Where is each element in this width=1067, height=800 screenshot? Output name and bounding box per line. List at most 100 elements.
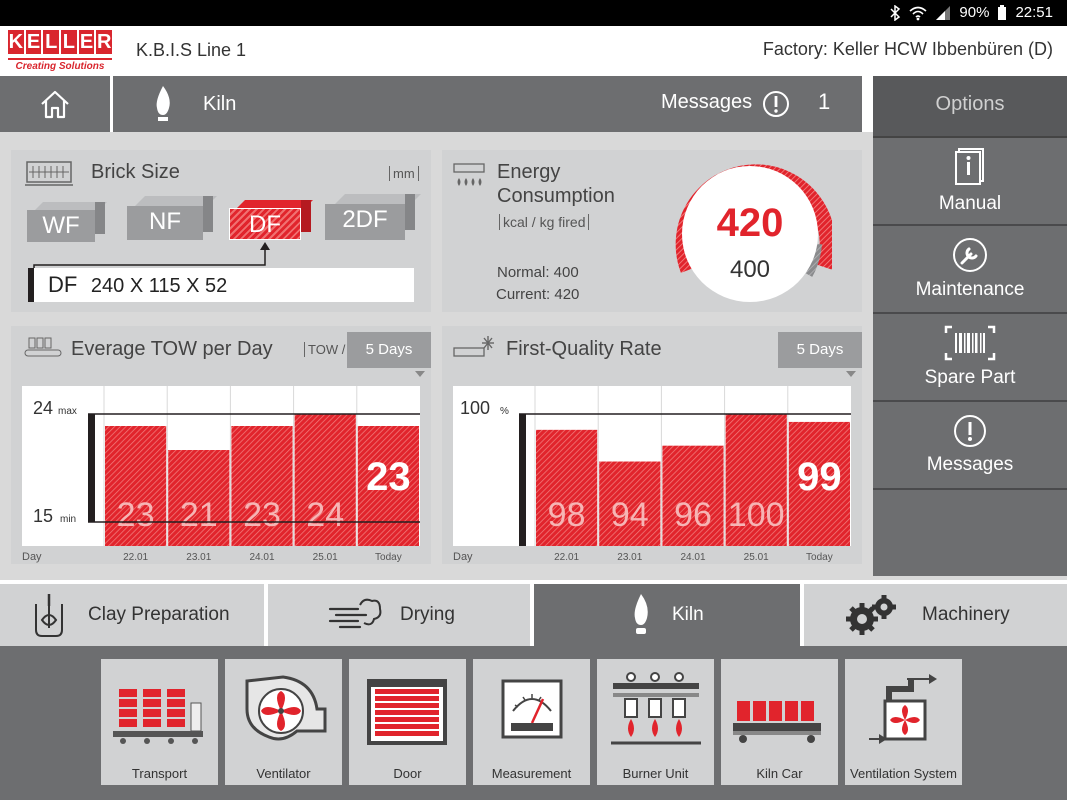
alert-icon[interactable] bbox=[762, 90, 790, 118]
chart-data-label: 99 bbox=[797, 455, 842, 499]
app-header: KELLER Creating Solutions K.B.I.S Line 1… bbox=[0, 26, 1067, 76]
chart-data-label: 100 bbox=[728, 496, 785, 534]
chart-tick-label: 23.01 bbox=[617, 552, 642, 563]
chart-x-axis-label: Day bbox=[453, 551, 473, 563]
energy-normal-value: 400 bbox=[730, 256, 770, 283]
chart-tick-label: Today bbox=[806, 552, 833, 563]
tile-transport[interactable]: Transport bbox=[101, 659, 218, 785]
chart-data-label: 98 bbox=[548, 496, 586, 534]
messages-link[interactable]: Messages bbox=[661, 91, 752, 114]
tile-door[interactable]: Door bbox=[349, 659, 466, 785]
tow-max-suffix: max bbox=[58, 406, 77, 417]
alert-icon bbox=[954, 415, 986, 447]
status-bar: 90% 22:51 bbox=[0, 0, 1067, 26]
tow-max-label: 24 bbox=[33, 398, 53, 418]
chart-tick-label: 24.01 bbox=[680, 552, 705, 563]
wifi-icon bbox=[909, 6, 927, 20]
tile-ventilation-system[interactable]: Ventilation System bbox=[845, 659, 962, 785]
nav-bar: Kiln Messages 1 bbox=[0, 76, 862, 132]
chart-x-axis-label: Day bbox=[22, 551, 42, 563]
tab-machinery[interactable]: Machinery bbox=[804, 584, 1067, 646]
options-title: Options bbox=[873, 76, 1067, 138]
tab-label: Clay Preparation bbox=[88, 604, 230, 625]
tow-panel: Everage TOW per Day TOW / 5 Days 23 22.01… bbox=[11, 326, 431, 564]
flame-icon bbox=[156, 86, 170, 121]
burner-icon bbox=[611, 672, 701, 745]
tile-ventilator[interactable]: Ventilator bbox=[225, 659, 342, 785]
sidebar-item-manual[interactable]: Manual bbox=[873, 138, 1067, 226]
tow-min-label: 15 bbox=[33, 506, 53, 526]
chart-tick-label: 25.01 bbox=[313, 552, 338, 563]
options-sidebar: Options Manual Maintenance Spare Part Me… bbox=[873, 76, 1067, 576]
tile-label: Measurement bbox=[491, 766, 572, 781]
chart-data-label: 23 bbox=[117, 496, 155, 534]
keller-logo: KELLER Creating Solutions bbox=[8, 30, 113, 74]
chart-data-label: 94 bbox=[611, 496, 649, 534]
barcode-icon bbox=[944, 325, 996, 361]
tile-label: Door bbox=[393, 766, 422, 781]
tow-chart: 23 22.01 21 23.01 23 24.01 24 25.01 23 Today Day 24… bbox=[22, 386, 420, 563]
sidebar-item-label: Spare Part bbox=[924, 367, 1016, 388]
chart-tick-label: 22.01 bbox=[123, 552, 148, 563]
tile-burner-unit[interactable]: Burner Unit bbox=[597, 659, 714, 785]
messages-count: 1 bbox=[818, 89, 831, 114]
chart-data-label: 23 bbox=[243, 496, 281, 534]
energy-current-value: 420 bbox=[717, 201, 784, 245]
flame-icon bbox=[634, 594, 648, 634]
energy-title-line2: Consumption bbox=[497, 185, 615, 207]
tab-label: Drying bbox=[400, 604, 455, 625]
selected-brick-code: DF bbox=[48, 272, 78, 297]
wind-icon bbox=[328, 598, 382, 629]
gears-icon bbox=[846, 595, 896, 635]
ventilator-icon bbox=[245, 675, 327, 741]
manual-icon bbox=[955, 148, 984, 185]
sidebar-item-label: Messages bbox=[926, 454, 1014, 475]
logo-tagline: Creating Solutions bbox=[8, 58, 112, 72]
logo-letter: R bbox=[96, 30, 113, 54]
energy-current-label: Current: 420 bbox=[496, 286, 580, 303]
first-quality-chart: 98 22.01 94 23.01 96 24.01 100 25.01 99 Today Day 1… bbox=[453, 386, 851, 563]
chart-data-label: 96 bbox=[674, 496, 712, 534]
tile-label: Ventilation System bbox=[850, 766, 957, 781]
sidebar-item-label: Manual bbox=[938, 193, 1002, 214]
chart-marker bbox=[88, 414, 95, 522]
sidebar-item-label: Maintenance bbox=[915, 279, 1025, 300]
chart-data-label: 23 bbox=[366, 455, 411, 499]
sidebar-item-maintenance[interactable]: Maintenance bbox=[873, 226, 1067, 314]
chart-marker bbox=[519, 414, 526, 546]
bluetooth-icon bbox=[890, 4, 901, 21]
brick-size-panel: Brick Size mm WF NF DF 2DF DF 240 X 115 … bbox=[11, 150, 431, 312]
kiln-car-icon bbox=[733, 701, 821, 743]
door-icon bbox=[367, 679, 447, 745]
tab-label: Kiln bbox=[672, 604, 704, 625]
logo-letter: L bbox=[61, 30, 77, 54]
tile-measurement[interactable]: Measurement bbox=[473, 659, 590, 785]
sidebar-item-spare-part[interactable]: Spare Part bbox=[873, 314, 1067, 402]
selected-brick-size: DF 240 X 115 X 52 bbox=[28, 268, 414, 302]
transport-icon bbox=[113, 689, 203, 744]
energy-gauge: 420 400 bbox=[675, 164, 832, 302]
wrench-icon bbox=[953, 238, 987, 272]
logo-letter: L bbox=[43, 30, 60, 54]
furnace-icon bbox=[453, 163, 485, 186]
line-title: K.B.I.S Line 1 bbox=[136, 40, 247, 60]
factory-label: Factory: Keller HCW Ibbenbüren (D) bbox=[762, 39, 1053, 59]
tab-clay-preparation[interactable]: Clay Preparation bbox=[0, 584, 264, 646]
sidebar-item-messages[interactable]: Messages bbox=[873, 402, 1067, 490]
chart-data-label: 24 bbox=[306, 496, 344, 534]
tab-drying[interactable]: Drying bbox=[268, 584, 530, 646]
clock: 22:51 bbox=[1015, 4, 1053, 21]
chart-tick-label: 23.01 bbox=[186, 552, 211, 563]
home-button[interactable] bbox=[0, 76, 113, 132]
selected-brick-dims: 240 X 115 X 52 bbox=[90, 275, 228, 297]
energy-title: Energy Consumption bbox=[497, 160, 615, 208]
category-tabs: Clay Preparation Drying Kiln Machinery bbox=[0, 580, 1067, 646]
energy-unit: kcal / kg fired bbox=[499, 214, 590, 230]
fq-top-suffix: % bbox=[500, 406, 509, 417]
tile-kiln-car[interactable]: Kiln Car bbox=[721, 659, 838, 785]
mixer-icon bbox=[35, 594, 63, 637]
divider bbox=[862, 76, 873, 132]
tab-kiln[interactable]: Kiln bbox=[534, 584, 800, 646]
tile-label: Transport bbox=[131, 766, 188, 781]
logo-letter: E bbox=[78, 30, 95, 54]
